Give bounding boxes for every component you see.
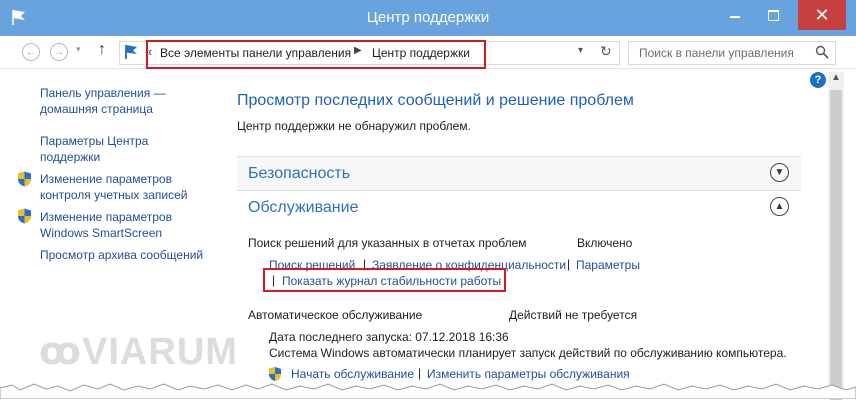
address-dropdown-icon[interactable]: ▾ [578, 45, 583, 56]
maximize-icon [768, 10, 779, 21]
sidebar-item-uac-settings[interactable]: Изменение параметров контроля учетных за… [40, 171, 187, 203]
back-button[interactable]: ← [22, 43, 40, 61]
help-icon[interactable]: ? [810, 72, 826, 88]
maintenance-title[interactable]: Обслуживание [248, 199, 358, 217]
watermark-text: VIARUM [82, 331, 238, 373]
problem-reports-status: Включено [577, 236, 633, 250]
search-placeholder: Поиск в панели управления [639, 46, 794, 60]
chevron-down-icon: ▾ [76, 44, 81, 54]
watermark-logo-mark: ꝏ [39, 331, 83, 373]
sidebar-item-control-panel-home[interactable]: Панель управления — домашняя страница [40, 85, 166, 117]
link-separator: | [272, 273, 276, 287]
maximize-button[interactable] [756, 0, 790, 30]
minimize-icon [730, 16, 740, 18]
sidebar-item-action-center-settings[interactable]: Параметры Центра поддержки [40, 133, 148, 165]
vertical-scrollbar[interactable]: ▲ [828, 72, 844, 400]
arrow-left-icon: ← [25, 46, 37, 58]
security-title: Безопасность [248, 165, 351, 182]
expand-chevron-down-icon[interactable]: ▼ [770, 163, 789, 182]
uac-shield-icon [18, 208, 31, 224]
sidebar-item-message-archive[interactable]: Просмотр архива сообщений [40, 247, 203, 263]
up-button[interactable]: ↑ [98, 41, 106, 59]
recent-locations-button[interactable]: ▾ [76, 44, 81, 55]
scroll-up-icon[interactable]: ▲ [831, 72, 841, 83]
sidebar-item-smartscreen-settings[interactable]: Изменение параметров Windows SmartScreen [40, 209, 172, 241]
uac-shield-icon [18, 171, 31, 187]
start-maintenance-link[interactable]: Начать обслуживание [291, 367, 414, 381]
search-input[interactable]: Поиск в панели управления [628, 41, 836, 65]
arrow-right-icon: → [53, 46, 65, 58]
reliability-history-link[interactable]: Показать журнал стабильности работы [282, 274, 501, 288]
title-bar: Центр поддержки ✕ [0, 0, 856, 36]
scrollbar-thumb[interactable] [830, 90, 842, 400]
close-button[interactable]: ✕ [798, 0, 846, 30]
link-separator: | [418, 366, 422, 380]
auto-maintenance-status: Действий не требуется [509, 308, 638, 322]
settings-link[interactable]: Параметры [576, 258, 640, 272]
action-center-flag-icon [125, 45, 137, 59]
forward-button[interactable]: → [50, 43, 68, 61]
problem-reports-label: Поиск решений для указанных в отчетах пр… [248, 236, 527, 250]
security-section-header[interactable]: Безопасность ▼ [237, 156, 801, 191]
link-separator: | [567, 257, 571, 271]
uac-shield-icon [268, 367, 282, 381]
watermark-logo: ꝏVIARUM [39, 329, 238, 374]
refresh-icon[interactable]: ↻ [600, 43, 612, 60]
minimize-button[interactable] [718, 0, 752, 30]
search-icon [815, 45, 829, 59]
maintenance-description: Система Windows автоматически планирует … [269, 346, 787, 360]
auto-maintenance-label: Автоматическое обслуживание [248, 308, 423, 322]
arrow-up-icon: ↑ [98, 41, 106, 58]
close-icon: ✕ [814, 5, 830, 25]
last-run-date: Дата последнего запуска: 07.12.2018 16:3… [269, 330, 509, 344]
collapse-chevron-up-icon[interactable]: ▲ [770, 197, 789, 216]
status-text: Центр поддержки не обнаружил проблем. [237, 119, 471, 133]
torn-edge-decoration [0, 383, 856, 399]
address-highlight-box [146, 40, 486, 69]
page-title: Просмотр последних сообщений и решение п… [237, 92, 634, 109]
change-maintenance-settings-link[interactable]: Изменить параметры обслуживания [427, 367, 630, 381]
